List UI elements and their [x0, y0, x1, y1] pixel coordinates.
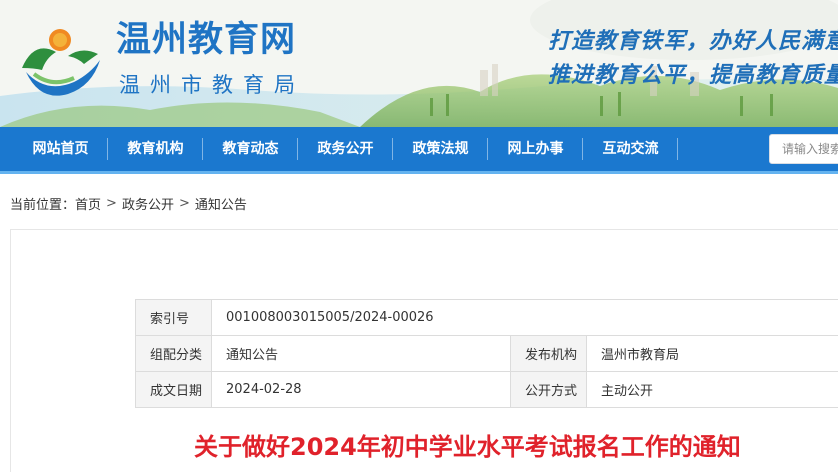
site-subtitle: 温州市教育局 — [119, 73, 305, 97]
disclosure-value: 主动公开 — [586, 371, 838, 408]
date-label: 成文日期 — [135, 371, 212, 408]
document-metadata-table: 索引号 001008003015005/2024-00026 组配分类 通知公告… — [135, 299, 838, 408]
nav-item-online-services[interactable]: 网上办事 — [488, 127, 583, 171]
nav-item-government-affairs[interactable]: 政务公开 — [298, 127, 393, 171]
breadcrumb-government-affairs[interactable]: 政务公开 — [122, 194, 174, 213]
header-banner: 温州教育网 温州市教育局 打造教育铁军，办好人民满意教育 推进教育公平，提高教育… — [0, 0, 838, 127]
breadcrumb-separator: > — [106, 196, 117, 211]
nav-item-interaction[interactable]: 互动交流 — [583, 127, 678, 171]
date-value: 2024-02-28 — [211, 371, 511, 408]
breadcrumb-notices[interactable]: 通知公告 — [195, 194, 247, 213]
disclosure-label: 公开方式 — [510, 371, 587, 408]
publisher-label: 发布机构 — [510, 335, 587, 372]
search-box — [769, 134, 838, 164]
nav-item-policies[interactable]: 政策法规 — [393, 127, 488, 171]
publisher-value: 温州市教育局 — [586, 335, 838, 372]
wenzhou-education-logo-icon — [22, 29, 100, 96]
index-number-label: 索引号 — [135, 299, 212, 336]
article-title: 关于做好2024年初中学业水平考试报名工作的通知 — [194, 433, 741, 461]
breadcrumb-home[interactable]: 首页 — [75, 194, 101, 213]
nav-list: 网站首页 教育机构 教育动态 政务公开 政策法规 网上办事 互动交流 — [13, 127, 678, 171]
nav-item-news[interactable]: 教育动态 — [203, 127, 298, 171]
category-label: 组配分类 — [135, 335, 212, 372]
site-title[interactable]: 温州教育网 — [116, 20, 296, 60]
slogan-line-2: 推进教育公平，提高教育质量 — [548, 63, 838, 88]
table-row: 成文日期 2024-02-28 公开方式 主动公开 — [135, 371, 838, 408]
breadcrumb-prefix: 当前位置： — [10, 198, 76, 213]
breadcrumb: 当前位置： 首页 > 政务公开 > 通知公告 — [10, 194, 247, 213]
index-number-value: 001008003015005/2024-00026 — [211, 299, 838, 336]
nav-item-home[interactable]: 网站首页 — [13, 127, 108, 171]
breadcrumb-separator: > — [178, 196, 190, 211]
slogan-line-1: 打造教育铁军，办好人民满意教育 — [548, 29, 838, 54]
table-row: 索引号 001008003015005/2024-00026 — [135, 299, 838, 336]
table-row: 组配分类 通知公告 发布机构 温州市教育局 — [135, 335, 838, 372]
main-navigation: 网站首页 教育机构 教育动态 政务公开 政策法规 网上办事 互动交流 — [0, 127, 838, 174]
search-input[interactable] — [770, 135, 838, 163]
category-value: 通知公告 — [211, 335, 511, 372]
nav-item-institutions[interactable]: 教育机构 — [108, 127, 203, 171]
